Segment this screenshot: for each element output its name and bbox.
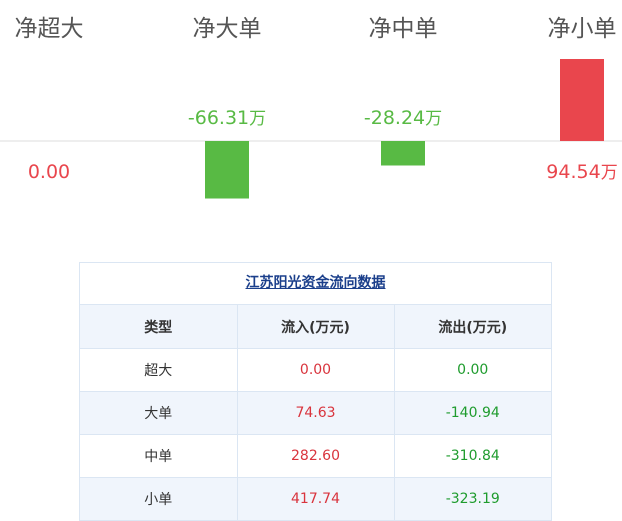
table-row: 中单 282.60 -310.84 (80, 434, 551, 478)
row-outflow: 0.00 (394, 348, 551, 392)
row-outflow: -323.19 (394, 477, 551, 521)
bar (205, 141, 249, 199)
header-type: 类型 (80, 305, 238, 349)
category-label: 净大单 (193, 16, 262, 42)
value-label: 94.54万 (546, 161, 617, 183)
row-type: 中单 (80, 434, 238, 478)
row-inflow: 74.63 (237, 391, 395, 435)
table-title-link[interactable]: 江苏阳光资金流向数据 (246, 275, 386, 291)
table-row: 大单 74.63 -140.94 (80, 391, 551, 435)
row-inflow: 417.74 (237, 477, 395, 521)
header-inflow: 流入(万元) (237, 305, 395, 349)
fund-flow-table-container: 江苏阳光资金流向数据 类型 流入(万元) 流出(万元) 超大 0.00 0.00… (79, 262, 552, 521)
bar (560, 59, 604, 141)
row-type: 大单 (80, 391, 238, 435)
net-flow-bar-chart: 净超大 0.00 净大单 -66.31万 净中单 -28.24万 净小单 94.54万 (0, 16, 622, 199)
row-inflow: 0.00 (237, 348, 395, 392)
value-label: -28.24万 (364, 107, 442, 129)
table-caption: 江苏阳光资金流向数据 (80, 263, 551, 305)
table-header-row: 类型 流入(万元) 流出(万元) (80, 305, 551, 349)
header-outflow: 流出(万元) (394, 305, 551, 349)
row-type: 小单 (80, 477, 238, 521)
row-outflow: -310.84 (394, 434, 551, 478)
row-inflow: 282.60 (237, 434, 395, 478)
bar (381, 141, 425, 166)
fund-flow-table: 江苏阳光资金流向数据 类型 流入(万元) 流出(万元) 超大 0.00 0.00… (80, 263, 551, 521)
row-outflow: -140.94 (394, 391, 551, 435)
value-label: 0.00 (28, 161, 70, 183)
category-label: 净超大 (15, 16, 84, 42)
table-row: 小单 417.74 -323.19 (80, 477, 551, 521)
row-type: 超大 (80, 348, 238, 392)
value-label: -66.31万 (188, 107, 266, 129)
table-row: 超大 0.00 0.00 (80, 348, 551, 392)
category-label: 净中单 (369, 16, 438, 42)
category-label: 净小单 (548, 16, 617, 42)
